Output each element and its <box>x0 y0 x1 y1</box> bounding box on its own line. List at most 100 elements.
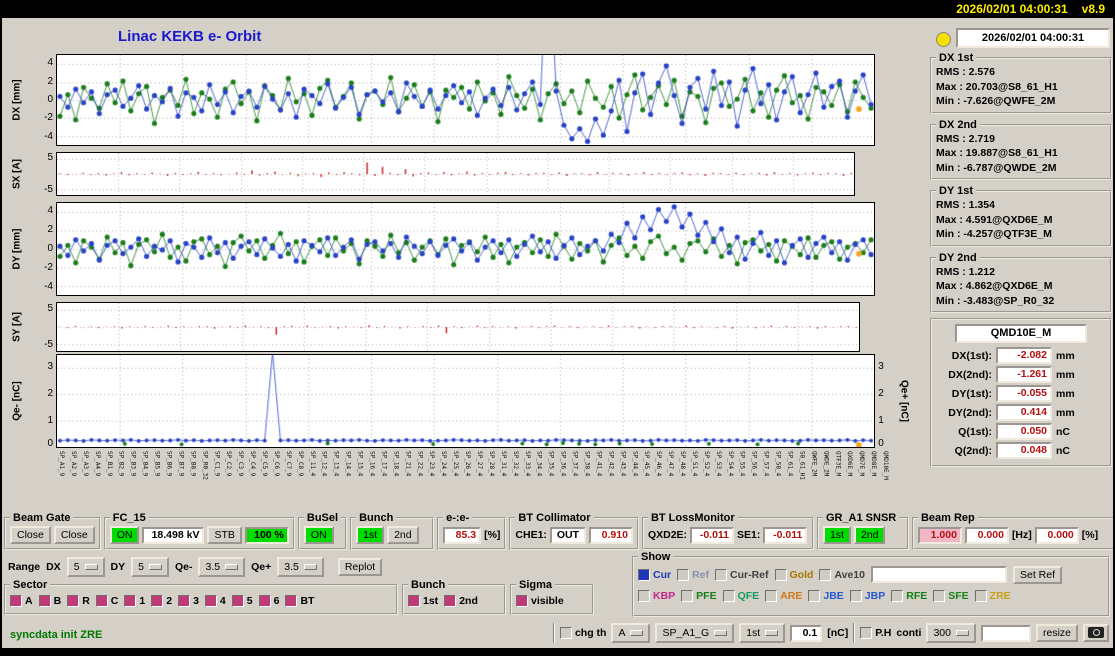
bt-collimator-title: BT Collimator <box>518 512 591 524</box>
bpm-label: SP_C4_9 <box>249 451 257 477</box>
set-ref-button[interactable]: Set Ref <box>1013 565 1063 584</box>
checkbox-2nd[interactable]: 2nd <box>444 595 478 607</box>
bunch-title: Bunch <box>359 512 394 524</box>
axis-tick-label: 5 <box>47 152 53 164</box>
axis-tick-label: -2 <box>44 261 53 273</box>
bunch-number-select[interactable]: 1st <box>739 623 786 643</box>
ph-checkbox[interactable]: P.H <box>860 627 891 639</box>
range-qep-select[interactable]: 3.5 <box>277 557 324 577</box>
range-dx-value: 5 <box>73 561 80 573</box>
checkbox-1st[interactable]: 1st <box>408 595 438 607</box>
qmd-value: 0.414 <box>996 404 1052 421</box>
sx-plot-canvas[interactable] <box>56 152 856 196</box>
stat-min: Min : -3.483@SP_R0_32 <box>936 294 1055 307</box>
sx-axis-label: SX [A] <box>11 159 23 189</box>
checkbox-sfe[interactable]: SFE <box>933 589 969 602</box>
resize-button[interactable]: resize <box>1035 624 1078 642</box>
qmd-value: -0.055 <box>996 385 1052 402</box>
checkbox-indicator <box>285 595 298 607</box>
checkbox-rfe[interactable]: RFE <box>891 589 928 602</box>
checkbox-kbp[interactable]: KBP <box>638 589 675 602</box>
axis-tick-label: 3 <box>878 361 884 373</box>
checkbox-bt[interactable]: BT <box>285 595 314 607</box>
checkbox-pfe[interactable]: PFE <box>681 589 717 602</box>
interval-select[interactable]: 300 <box>926 623 976 643</box>
checkbox-c[interactable]: C <box>95 595 118 607</box>
checkbox-1[interactable]: 1 <box>124 595 145 607</box>
bpm-label: SP_C3_9 <box>237 451 245 477</box>
fc15-percent-value: 100 % <box>244 526 289 544</box>
bunch-2nd-button[interactable]: 2nd <box>387 526 419 544</box>
checkbox-label: SFE <box>948 589 969 602</box>
dx-plot-canvas[interactable] <box>56 54 875 146</box>
checkbox-cur[interactable]: Cur <box>638 568 671 581</box>
stat-max: Max : 20.703@S8_61_H1 <box>936 80 1058 93</box>
bpm-label: SP_12_4 <box>320 451 328 477</box>
checkbox-qfe[interactable]: QFE <box>722 589 759 602</box>
fc15-on-button[interactable]: ON <box>109 526 140 544</box>
checkbox-jbe[interactable]: JBE <box>808 589 844 602</box>
range-dy-label: DY <box>110 561 126 573</box>
checkbox-visible[interactable]: visible <box>516 595 564 607</box>
qe-plus-axis-label: Qe+ [nC] <box>898 380 910 422</box>
checkbox-jbp[interactable]: JBP <box>849 589 885 602</box>
axis-tick-label: 0 <box>47 94 53 105</box>
sigma-title: Sigma <box>519 579 553 591</box>
snsr-2nd-button[interactable]: 2nd <box>853 526 886 544</box>
dx-1st-stats-title: DX 1st <box>939 52 974 64</box>
checkbox-indicator <box>204 595 217 607</box>
beam-gate-close-button-1[interactable]: Close <box>10 526 51 544</box>
checkbox-b[interactable]: B <box>38 595 61 607</box>
bpm-label: SP_13_4 <box>332 451 340 477</box>
checkbox-label: RFE <box>906 589 928 602</box>
fc15-stb-button[interactable]: STB <box>207 526 242 544</box>
checkbox-ave10[interactable]: Ave10 <box>819 568 865 581</box>
checkbox-are[interactable]: ARE <box>765 589 802 602</box>
snsr-1st-button[interactable]: 1st <box>822 526 851 544</box>
bpm-label: SP_C7_9 <box>284 451 292 477</box>
qmd-row: DX(1st): -2.082 mm <box>936 347 1106 364</box>
checkbox-ref[interactable]: Ref <box>677 568 709 581</box>
checkbox-6[interactable]: 6 <box>258 595 279 607</box>
checkbox-indicator <box>774 568 787 581</box>
axis-tick-label: 0 <box>47 243 53 254</box>
checkbox-2[interactable]: 2 <box>151 595 172 607</box>
status-blank-input[interactable] <box>980 624 1031 642</box>
range-dy-select[interactable]: 5 <box>131 557 169 577</box>
bunch-1st-button[interactable]: 1st <box>356 526 385 544</box>
separator <box>552 623 555 643</box>
screenshot-button[interactable] <box>1083 624 1109 642</box>
checkbox-a[interactable]: A <box>10 595 33 607</box>
replot-button[interactable]: Replot <box>337 558 383 576</box>
range-qem-value: 3.5 <box>205 561 221 573</box>
range-qem-select[interactable]: 3.5 <box>198 557 246 577</box>
checkbox-cur-ref[interactable]: Cur-Ref <box>715 568 769 581</box>
ref-name-input[interactable] <box>871 566 1007 583</box>
x-axis-labels: SP_A1_9 SP_A2_9 SP_A3_9 SP_A4_9 SP_B1_9 SP_B2… <box>57 451 897 513</box>
checkbox-3[interactable]: 3 <box>178 595 199 607</box>
axis-tick-label: -5 <box>44 338 53 350</box>
beam-gate-close-button-2[interactable]: Close <box>53 526 95 544</box>
sector-select[interactable]: A <box>611 623 651 643</box>
range-dx-select[interactable]: 5 <box>66 557 105 577</box>
sy-plot-canvas[interactable] <box>56 302 860 352</box>
titlebar-version: v8.9 <box>1081 2 1105 16</box>
qmd-label: Q(1st): <box>958 425 992 438</box>
checkbox-indicator <box>258 595 271 607</box>
checkbox-r[interactable]: R <box>67 595 90 607</box>
dy-plot-canvas[interactable] <box>56 202 876 296</box>
qe-axis-ticks: 3 2 1 0 <box>26 354 56 449</box>
qe-plot-canvas[interactable] <box>56 354 876 448</box>
checkbox-label: Ave10 <box>834 568 865 581</box>
checkbox-zre[interactable]: ZRE <box>974 589 1011 602</box>
bpm-label: SP_23_4 <box>428 451 436 477</box>
busel-on-button[interactable]: ON <box>303 526 334 544</box>
bpm-select[interactable]: SP_A1_G <box>655 623 735 643</box>
bpm-label: SP_58_4 <box>774 451 782 477</box>
checkbox-gold[interactable]: Gold <box>774 568 813 581</box>
bpm-label: SP_55_4 <box>738 451 746 477</box>
checkbox-5[interactable]: 5 <box>231 595 253 607</box>
bpm-label: QMD8E_M <box>870 451 878 477</box>
chg-th-checkbox[interactable]: chg th <box>559 627 606 639</box>
checkbox-4[interactable]: 4 <box>204 595 226 607</box>
